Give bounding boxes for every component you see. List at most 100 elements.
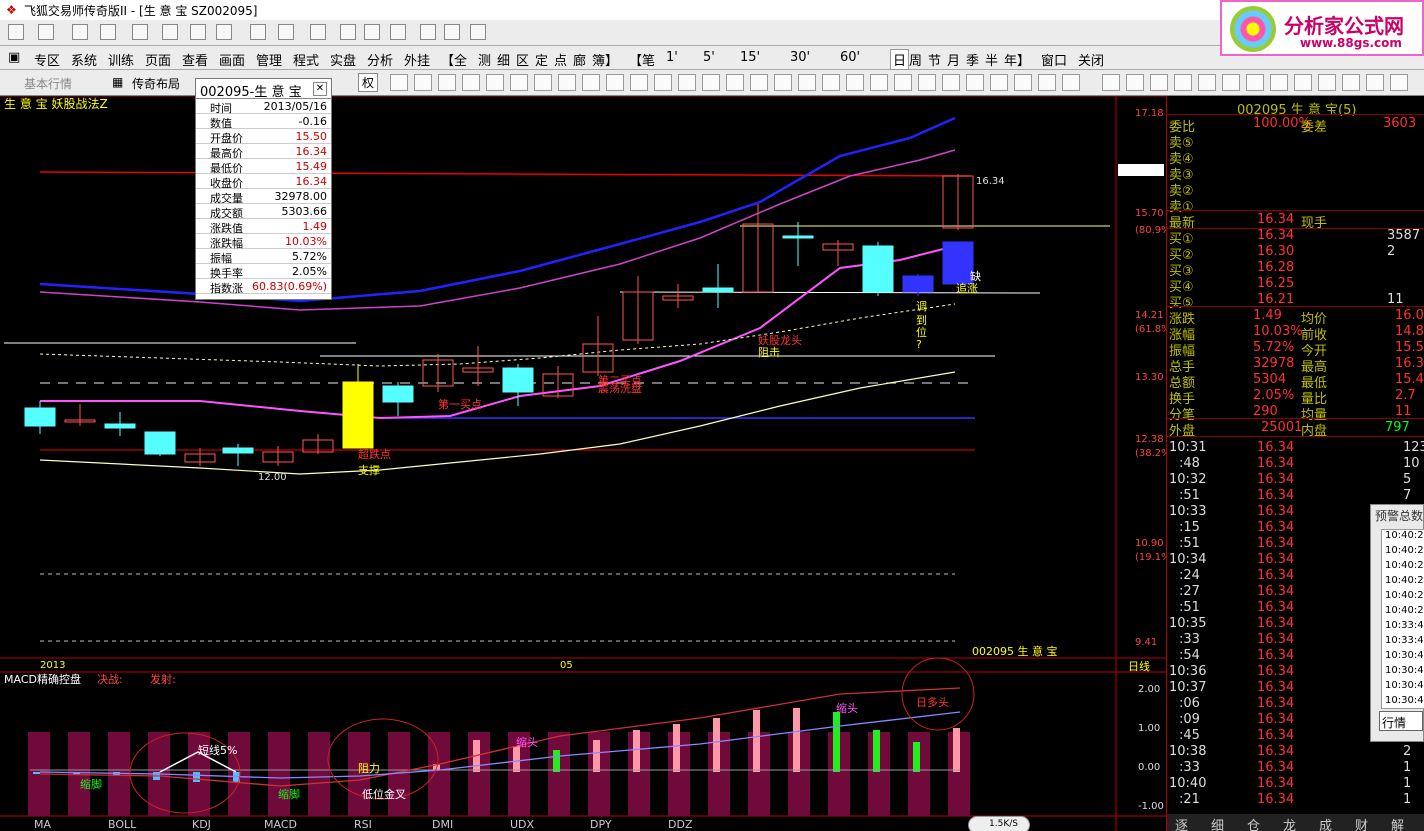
toolbar-icon[interactable] xyxy=(1342,74,1360,91)
toolbar-icon[interactable] xyxy=(1390,74,1408,91)
indicator-tab[interactable]: DMI xyxy=(432,818,453,831)
menu-icon[interactable]: ▣ xyxy=(8,50,20,65)
toolbar-icon[interactable] xyxy=(918,74,936,91)
toolbar-icon[interactable] xyxy=(894,74,912,91)
kline-svg[interactable]: 17.18 16.34 15.70 (80.9%) 14.21 (61.8%) 13.30 1… xyxy=(0,95,1175,831)
indicator-tab[interactable]: BOLL xyxy=(108,818,136,831)
menu-item[interactable]: 画面 xyxy=(219,50,245,69)
toolbar-icon[interactable] xyxy=(678,74,696,91)
menu-item[interactable]: 查看 xyxy=(182,50,208,69)
menu-item[interactable]: 1' xyxy=(666,50,678,65)
stat-row[interactable]: 涨幅 10.03% 前收 14.8 xyxy=(1167,324,1424,343)
draw-tool-icon[interactable] xyxy=(340,24,356,40)
alert-item[interactable]: 10:30:44 xyxy=(1382,650,1424,665)
alert-item[interactable]: 10:33:47 xyxy=(1382,620,1424,635)
alert-item[interactable]: 10:40:20 xyxy=(1382,590,1424,605)
toolbar-icon[interactable] xyxy=(390,74,408,91)
tick-row[interactable]: 10:31 16.34 123 xyxy=(1167,440,1424,456)
quote-tab[interactable]: 财 xyxy=(1355,815,1368,831)
indicator-tab[interactable]: MACD xyxy=(264,818,297,831)
stat-row[interactable]: 总额 5304 最低 15.4 xyxy=(1167,372,1424,391)
toolbar-icon[interactable] xyxy=(1126,74,1144,91)
toolbar-icon[interactable] xyxy=(438,74,456,91)
menu-item[interactable]: 专区 xyxy=(34,50,60,69)
menu-item[interactable]: 簿】 xyxy=(592,50,618,69)
toolbar-icon[interactable] xyxy=(1222,74,1240,91)
tick-row[interactable]: 10:32 16.34 5 xyxy=(1167,472,1424,488)
menu-item[interactable]: 程式 xyxy=(293,50,319,69)
quote-tab[interactable]: 解 xyxy=(1391,815,1404,831)
draw-tool-icon[interactable] xyxy=(162,24,178,40)
menu-item[interactable]: 周 xyxy=(909,50,922,69)
menu-item[interactable]: 实盘 xyxy=(330,50,356,69)
draw-tool-icon[interactable] xyxy=(420,24,436,40)
menu-item[interactable]: 60' xyxy=(840,50,860,65)
toolbar-icon[interactable] xyxy=(870,74,888,91)
menu-item[interactable]: 半 xyxy=(985,50,998,69)
sell-row[interactable]: 卖③ xyxy=(1167,164,1424,183)
stat-row[interactable]: 换手 2.05% 量比 2.7 xyxy=(1167,388,1424,407)
toolbar-icon[interactable] xyxy=(1102,74,1120,91)
toolbar-icon[interactable] xyxy=(1174,74,1192,91)
sell-row[interactable]: 卖② xyxy=(1167,180,1424,199)
alert-item[interactable]: 10:30:43 xyxy=(1382,695,1424,708)
alert-item[interactable]: 10:30:44 xyxy=(1382,665,1424,680)
menu-item[interactable]: 关闭 xyxy=(1078,50,1104,69)
draw-tool-icon[interactable] xyxy=(364,24,380,40)
menu-item[interactable]: 系统 xyxy=(71,50,97,69)
buy-row[interactable]: 买① 16.34 3587 xyxy=(1167,228,1424,247)
draw-tool-icon[interactable] xyxy=(216,24,232,40)
toolbar-icon[interactable] xyxy=(942,74,960,91)
menu-item[interactable]: 页面 xyxy=(145,50,171,69)
toolbar-icon[interactable] xyxy=(726,74,744,91)
latest-row[interactable]: 最新 16.34 现手 xyxy=(1167,212,1424,231)
legend-layout-button[interactable]: 传奇布局 xyxy=(132,75,180,92)
menu-item[interactable]: 测 xyxy=(478,50,491,69)
toolbar-icon[interactable] xyxy=(558,74,576,91)
draw-tool-icon[interactable] xyxy=(8,24,24,40)
alert-list[interactable]: 10:40:2210:40:2210:40:2110:40:2110:40:20… xyxy=(1381,529,1424,709)
toolbar-icon[interactable] xyxy=(702,74,720,91)
quote-header[interactable]: 002095 生 意 宝(5) xyxy=(1167,99,1424,118)
toolbar-icon[interactable] xyxy=(486,74,504,91)
toolbar-icon[interactable] xyxy=(822,74,840,91)
menu-item[interactable]: 30' xyxy=(790,50,810,65)
toolbar-icon[interactable] xyxy=(630,74,648,91)
toolbar-icon[interactable] xyxy=(750,74,768,91)
draw-tool-icon[interactable] xyxy=(72,24,88,40)
toolbar-icon[interactable] xyxy=(966,74,984,91)
alert-item[interactable]: 10:33:45 xyxy=(1382,635,1424,650)
quote-tab[interactable]: 仓 xyxy=(1247,815,1260,831)
menu-item[interactable]: 年】 xyxy=(1004,50,1030,69)
indicator-tab[interactable]: DDZ xyxy=(668,818,692,831)
menu-item[interactable]: 节 xyxy=(928,50,941,69)
toolbar-icon[interactable] xyxy=(846,74,864,91)
menu-item[interactable]: 区 xyxy=(516,50,529,69)
menu-item[interactable]: 【笔 xyxy=(629,50,655,69)
menu-item[interactable]: 5' xyxy=(703,50,715,65)
draw-tool-icon[interactable] xyxy=(250,24,266,40)
draw-tool-icon[interactable] xyxy=(100,24,116,40)
toolbar-icon[interactable] xyxy=(1038,74,1056,91)
stat-row[interactable]: 总手 32978 最高 16.3 xyxy=(1167,356,1424,375)
toolbar-icon[interactable] xyxy=(1318,74,1336,91)
indicator-tab[interactable]: KDJ xyxy=(192,818,211,831)
draw-tool-icon[interactable] xyxy=(390,24,406,40)
alert-item[interactable]: 10:40:22 xyxy=(1382,545,1424,560)
toolbar-icon[interactable] xyxy=(1366,74,1384,91)
menu-item[interactable]: 廊 xyxy=(573,50,586,69)
weibi-row[interactable]: 委比 100.00% 委差 3603 xyxy=(1167,116,1424,135)
quan-button[interactable]: 权 xyxy=(358,73,379,92)
draw-tool-icon[interactable] xyxy=(470,24,486,40)
menu-item[interactable]: 15' xyxy=(740,50,760,65)
draw-tool-icon[interactable] xyxy=(190,24,206,40)
buy-row[interactable]: 买③ 16.28 xyxy=(1167,260,1424,279)
menu-item[interactable]: 日 xyxy=(890,49,910,70)
kline-chart-area[interactable]: 17.18 16.34 15.70 (80.9%) 14.21 (61.8%) 13.30 1… xyxy=(0,95,1175,831)
indicator-tab[interactable]: RSI xyxy=(354,818,372,831)
tick-row[interactable]: :51 16.34 7 xyxy=(1167,488,1424,504)
tick-row[interactable]: :48 16.34 10 xyxy=(1167,456,1424,472)
toolbar-icon[interactable] xyxy=(1246,74,1264,91)
menu-item[interactable]: 【全 xyxy=(441,50,467,69)
tick-row[interactable]: :21 16.34 1 xyxy=(1167,792,1424,808)
